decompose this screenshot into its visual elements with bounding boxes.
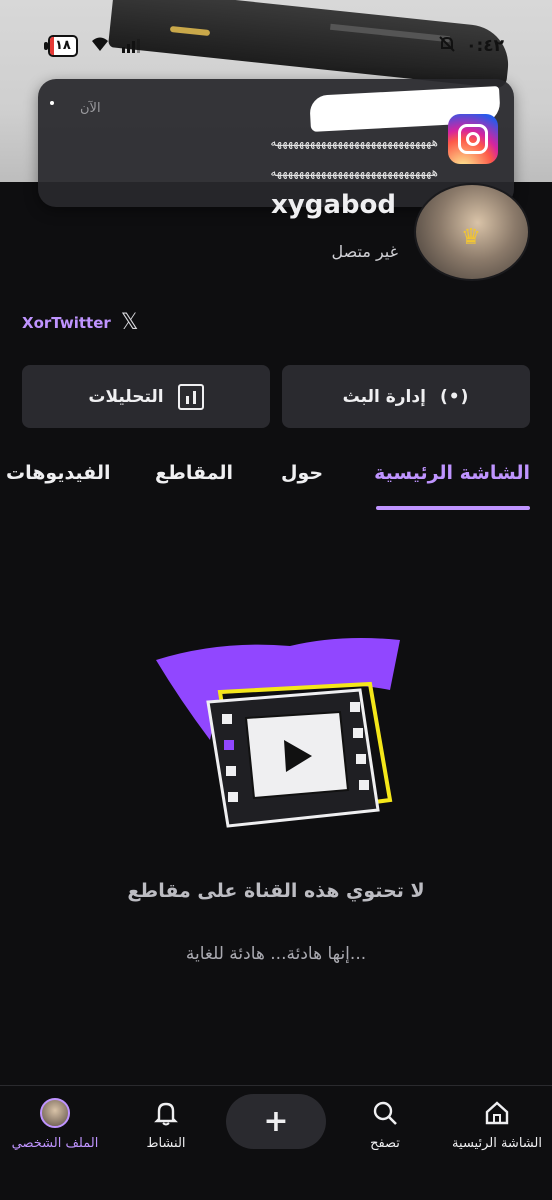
tab-about[interactable]: حول [281,462,323,484]
avatar [40,1098,70,1128]
status-bar: ١٨ ٠:٤٢ [0,28,552,64]
nav-profile[interactable]: الملف الشخصي [0,1098,110,1151]
tab-home[interactable]: الشاشة الرئيسية [374,462,530,484]
notification-text: هههههههههههههههههههههههههههههه [270,135,438,149]
bell-icon [111,1098,221,1128]
avatar[interactable]: ♛ [414,183,530,281]
instagram-icon [448,114,498,164]
instagram-notification[interactable]: الآن هههههههههههههههههههههههههههههه هههه… [38,79,514,207]
nav-browse-label: تصفح [370,1136,400,1151]
mute-icon [438,35,456,58]
notification-dot [50,101,54,105]
analytics-button[interactable]: التحليلات [22,365,270,428]
create-button[interactable]: + [226,1094,326,1149]
empty-state-title: لا تحتوي هذه القناة على مقاطع [127,880,425,902]
home-icon [442,1098,552,1128]
bottom-nav: الشاشة الرئيسية تصفح + النشاط الملف الشخ… [0,1085,552,1200]
notification-text: هههههههههههههههههههههههههههههه [270,165,438,179]
nav-home[interactable]: الشاشة الرئيسية [442,1098,552,1151]
stream-manager-button[interactable]: (•) إدارة البث [282,365,530,428]
social-link-x[interactable]: XorTwitter 𝕏 [22,312,139,334]
x-logo-icon: 𝕏 [120,310,139,335]
active-tab-indicator [376,506,530,510]
stream-manager-label: إدارة البث [342,386,426,407]
notification-time: الآن [80,101,101,116]
search-icon [330,1098,440,1128]
battery-level: ١٨ [55,38,71,53]
nav-profile-label: الملف الشخصي [11,1136,99,1151]
broadcast-icon: (•) [439,386,470,407]
analytics-icon [177,383,204,410]
battery-icon: ١٨ [44,35,78,57]
plus-icon: + [263,1104,289,1139]
tab-videos[interactable]: الفيديوهات [6,462,111,484]
nav-browse[interactable]: تصفح [330,1098,440,1151]
wifi-icon [90,36,110,57]
channel-tabs: الشاشة الرئيسية حول المقاطع الفيديوهات [0,462,552,510]
nav-activity[interactable]: النشاط [111,1098,221,1151]
empty-state-subtitle: إنها هادئة... هادئة للغاية... [185,944,367,964]
status-time: ٠:٤٢ [466,36,504,56]
social-link-label: XorTwitter [22,314,111,332]
team-logo-icon: ♛ [461,225,481,250]
channel-username: xygabod [271,190,396,220]
tab-clips[interactable]: المقاطع [155,462,233,484]
nav-home-label: الشاشة الرئيسية [452,1136,542,1151]
presence-status: غير متصل [331,242,399,261]
analytics-label: التحليلات [88,386,164,407]
signal-icon [121,39,140,53]
nav-activity-label: النشاط [146,1136,186,1151]
empty-clips-illustration [156,638,400,828]
